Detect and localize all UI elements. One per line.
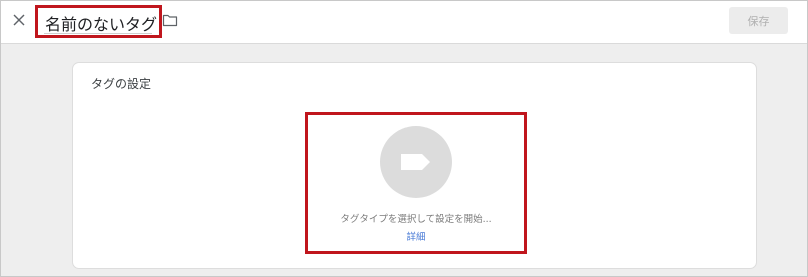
tag-type-selector[interactable]: タグタイプを選択して設定を開始... 詳細 xyxy=(305,112,527,254)
tag-icon xyxy=(401,154,430,170)
tag-name-text: 名前のないタグ xyxy=(45,15,158,34)
save-button[interactable]: 保存 xyxy=(729,7,788,34)
close-button[interactable] xyxy=(11,12,27,28)
tag-config-card: タグの設定 タグタイプを選択して設定を開始... 詳細 xyxy=(72,62,757,269)
details-link[interactable]: 詳細 xyxy=(308,229,524,243)
header-bar: 名前のないタグ 保存 xyxy=(1,1,807,44)
card-title: タグの設定 xyxy=(91,77,152,91)
close-icon xyxy=(13,14,25,26)
title-underline xyxy=(44,33,152,34)
folder-icon xyxy=(162,14,178,27)
tag-icon-circle xyxy=(380,126,452,198)
tag-name-field[interactable]: 名前のないタグ xyxy=(35,5,162,38)
app-frame: 名前のないタグ 保存 タグの設定 タグタイプを選択して設定を開始... 詳細 xyxy=(0,0,808,277)
select-tag-type-hint: タグタイプを選択して設定を開始... xyxy=(340,214,492,225)
folder-button[interactable] xyxy=(162,12,178,27)
